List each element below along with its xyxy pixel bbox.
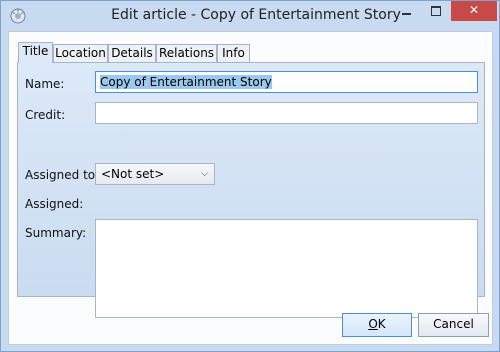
assigned-label: Assigned:: [25, 197, 84, 211]
summary-label: Summary:: [25, 226, 87, 240]
minimize-button[interactable]: [391, 1, 421, 21]
name-value: Copy of Entertainment Story: [100, 75, 272, 89]
edit-article-dialog: Edit article - Copy of Entertainment Sto…: [0, 0, 500, 352]
assigned-to-dropdown[interactable]: <Not set> ⌵: [95, 163, 215, 185]
close-button[interactable]: ✕: [451, 1, 497, 21]
tab-details[interactable]: Details: [108, 44, 156, 62]
title-tab-panel: Name: Copy of Entertainment Story Credit…: [17, 62, 485, 318]
close-icon: ✕: [468, 3, 480, 17]
dialog-body: Title Location Details Relations Info Na…: [8, 31, 493, 345]
assigned-to-label: Assigned to:: [25, 168, 100, 182]
chevron-down-icon: ⌵: [201, 169, 208, 179]
ok-mnemonic: O: [368, 317, 378, 331]
ok-label-rest: K: [377, 317, 386, 331]
maximize-icon: [431, 6, 441, 16]
minimize-icon: [402, 13, 411, 15]
name-label: Name:: [25, 77, 65, 91]
cancel-label: Cancel: [433, 317, 474, 331]
tab-relations[interactable]: Relations: [156, 44, 217, 62]
credit-field[interactable]: [95, 102, 478, 124]
cancel-button[interactable]: Cancel: [418, 313, 489, 337]
title-bar[interactable]: Edit article - Copy of Entertainment Sto…: [1, 1, 499, 31]
credit-label: Credit:: [25, 108, 66, 122]
name-field[interactable]: Copy of Entertainment Story: [95, 71, 478, 93]
assigned-to-value: <Not set>: [101, 167, 165, 181]
tab-info[interactable]: Info: [217, 44, 250, 62]
tab-location[interactable]: Location: [53, 44, 108, 62]
tab-title[interactable]: Title: [18, 42, 53, 63]
maximize-button[interactable]: [421, 1, 451, 21]
summary-textarea[interactable]: [95, 219, 478, 318]
ok-button[interactable]: OK: [342, 313, 412, 337]
